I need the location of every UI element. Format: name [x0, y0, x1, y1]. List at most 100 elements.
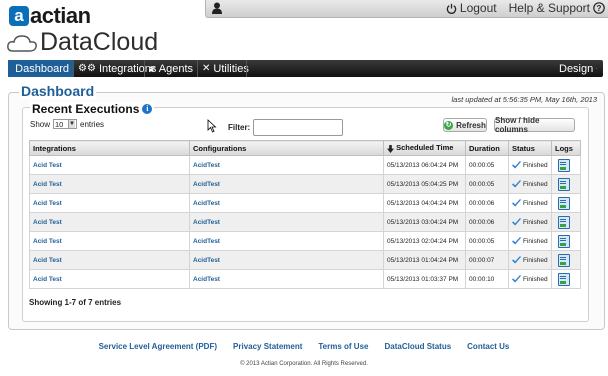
log-file-icon[interactable]: [558, 215, 570, 229]
configuration-link[interactable]: AcidTest: [189, 269, 384, 289]
recent-executions-title: Recent Executions i: [30, 102, 155, 116]
finished-check-icon: [512, 218, 521, 226]
design-icon: [596, 68, 597, 69]
configuration-link[interactable]: AcidTest: [189, 193, 384, 213]
col-scheduled-time[interactable]: Scheduled Time: [383, 140, 466, 156]
integration-link[interactable]: Acid Test: [29, 212, 190, 232]
nav-utilities[interactable]: ✕ Utilities: [198, 60, 249, 77]
integration-link[interactable]: Acid Test: [29, 250, 190, 270]
top-bar: Logout Help & Support ?: [205, 0, 608, 18]
gears-icon: ⚙⚙: [78, 63, 96, 74]
table-row: Acid Test AcidTest 05/13/2013 04:04:24 PM 0…: [29, 193, 581, 213]
actian-logo-mark: a: [9, 6, 29, 26]
footer-link-status[interactable]: DataCloud Status: [384, 342, 451, 351]
log-file-icon[interactable]: [558, 177, 570, 191]
duration: 00:00:06: [465, 193, 509, 213]
log-file-icon[interactable]: [558, 272, 570, 286]
nav-utilities-label: Utilities: [213, 62, 249, 75]
footer-link-sla[interactable]: Service Level Agreement (PDF): [99, 342, 217, 351]
configuration-link[interactable]: AcidTest: [189, 174, 384, 194]
page-size-control: Show 10 ▼ entries: [30, 119, 104, 129]
col-configurations[interactable]: Configurations: [189, 140, 384, 156]
info-icon[interactable]: i: [142, 104, 153, 114]
actian-logo: a actian: [9, 3, 91, 28]
configuration-link[interactable]: AcidTest: [189, 212, 384, 232]
logs-cell: [551, 155, 581, 175]
table-row: Acid Test AcidTest 05/13/2013 01:04:24 PM 0…: [29, 250, 581, 270]
show-label: Show: [30, 119, 51, 129]
refresh-label: Refresh: [456, 120, 486, 130]
user-icon[interactable]: [212, 2, 222, 14]
filter-control: Filter:: [228, 119, 344, 136]
showing-entries: Showing 1-7 of 7 entries: [29, 298, 122, 307]
logs-cell: [551, 212, 581, 232]
recent-executions-label: Recent Executions: [32, 102, 140, 116]
executions-table: Integrations Configurations Scheduled Ti…: [29, 140, 581, 289]
nav-dashboard[interactable]: Dashboard: [8, 60, 73, 77]
show-hide-label: Show / hide columns: [495, 116, 540, 134]
duration: 00:00:07: [465, 250, 509, 270]
status-text: Finished: [523, 256, 548, 264]
col-logs[interactable]: Logs: [551, 140, 581, 156]
help-link[interactable]: Help & Support ?: [509, 1, 605, 15]
duration: 00:00:05: [465, 174, 509, 194]
copyright: © 2013 Actian Corporation. All Rights Re…: [240, 361, 368, 367]
scheduled-time: 05/13/2013 06:04:24 PM: [383, 155, 466, 175]
show-hide-columns-button[interactable]: Show / hide columns: [494, 116, 575, 134]
col-duration[interactable]: Duration: [465, 140, 509, 156]
product-name: DataCloud: [40, 28, 159, 56]
nav-design[interactable]: Design: [555, 60, 601, 77]
log-file-icon[interactable]: [558, 196, 570, 210]
status-cell: Finished: [508, 250, 552, 270]
sort-desc-icon: [387, 144, 394, 153]
table-header-row: Integrations Configurations Scheduled Ti…: [29, 140, 581, 156]
footer-link-contact[interactable]: Contact Us: [467, 342, 509, 351]
nav-agents[interactable]: Agents: [145, 60, 197, 77]
filter-label: Filter:: [228, 123, 251, 132]
integration-link[interactable]: Acid Test: [29, 231, 190, 251]
duration: 00:00:06: [465, 212, 509, 232]
help-icon: ?: [593, 2, 605, 14]
log-file-icon[interactable]: [558, 234, 570, 248]
col-integrations[interactable]: Integrations: [29, 140, 190, 156]
duration: 00:00:05: [465, 231, 509, 251]
logs-cell: [551, 250, 581, 270]
refresh-icon: ↻: [444, 120, 454, 130]
nav-integrations[interactable]: ⚙⚙ Integrations: [74, 60, 156, 77]
logs-cell: [551, 193, 581, 213]
status-text: Finished: [523, 218, 548, 226]
status-cell: Finished: [508, 174, 552, 194]
footer-link-terms[interactable]: Terms of Use: [318, 342, 368, 351]
page-size-select[interactable]: 10 ▼: [53, 119, 78, 129]
configuration-link[interactable]: AcidTest: [189, 231, 384, 251]
refresh-button[interactable]: ↻ Refresh: [443, 118, 487, 132]
entries-label: entries: [80, 119, 105, 129]
page-title: Dashboard: [19, 83, 97, 99]
integration-link[interactable]: Acid Test: [29, 269, 190, 289]
scheduled-time: 05/13/2013 01:03:37 PM: [383, 269, 466, 289]
col-status[interactable]: Status: [508, 140, 552, 156]
log-file-icon[interactable]: [558, 253, 570, 267]
logout-label: Logout: [459, 1, 497, 15]
logout-link[interactable]: Logout: [446, 1, 497, 15]
duration: 00:00:05: [465, 155, 509, 175]
agents-icon: [149, 66, 155, 72]
footer-link-privacy[interactable]: Privacy Statement: [233, 342, 302, 351]
scheduled-time: 05/13/2013 01:04:24 PM: [383, 250, 466, 270]
status-cell: Finished: [508, 212, 552, 232]
integration-link[interactable]: Acid Test: [29, 174, 190, 194]
configuration-link[interactable]: AcidTest: [189, 250, 384, 270]
filter-input[interactable]: [253, 119, 344, 136]
nav-agents-label: Agents: [158, 62, 193, 75]
datacloud-logo: DataCloud: [6, 28, 158, 57]
finished-check-icon: [512, 275, 521, 283]
integration-link[interactable]: Acid Test: [29, 193, 190, 213]
status-cell: Finished: [508, 269, 552, 289]
cloud-icon: [7, 34, 37, 52]
log-file-icon[interactable]: [558, 158, 570, 172]
configuration-link[interactable]: AcidTest: [189, 155, 384, 175]
finished-check-icon: [512, 199, 521, 207]
status-cell: Finished: [508, 231, 552, 251]
integration-link[interactable]: Acid Test: [29, 155, 190, 175]
finished-check-icon: [512, 256, 521, 264]
